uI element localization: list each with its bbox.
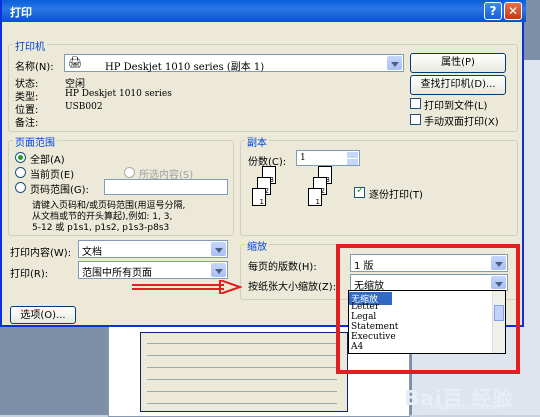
selection-radio[interactable] — [124, 167, 135, 178]
printer-name-value: HP Deskjet 1010 series (副本 1) — [105, 62, 265, 73]
highlight-box — [336, 244, 520, 374]
sheet-icon: 1 — [252, 188, 266, 206]
status-value: 空闲 — [65, 79, 85, 90]
scale-label: 按纸张大小缩放(Z): — [248, 282, 337, 293]
current-page-label: 当前页(E) — [30, 170, 75, 181]
chevron-down-icon[interactable] — [211, 242, 226, 256]
zoom-group-label: 缩放 — [245, 238, 269, 253]
chevron-down-icon[interactable] — [387, 56, 402, 70]
page-range-input[interactable] — [104, 179, 228, 195]
copies-group-label: 副本 — [245, 134, 269, 149]
background-dialog-thumbnail — [140, 332, 348, 412]
type-value: HP Deskjet 1010 series — [65, 89, 172, 99]
print-what-select[interactable]: 文档 — [78, 240, 228, 258]
printer-name-select[interactable]: 🖨 HP Deskjet 1010 series (副本 1) — [64, 54, 404, 73]
print-select[interactable]: 范围中所有页面 — [78, 261, 228, 279]
printer-name-label: 名称(N): — [15, 62, 54, 73]
chevron-down-icon[interactable] — [211, 263, 226, 277]
help-button[interactable]: ? — [484, 2, 502, 20]
title-bar[interactable]: 打印 ? ✕ — [2, 0, 526, 22]
manual-duplex-checkbox[interactable] — [410, 114, 421, 125]
copies-input[interactable]: 1 — [296, 150, 360, 166]
where-value: USB002 — [65, 102, 103, 112]
print-to-file-label: 打印到文件(L) — [424, 101, 488, 112]
print-to-file-checkbox[interactable] — [410, 98, 421, 109]
watermark-url: jingyan.baidu.com — [430, 402, 504, 411]
print-what-label: 打印内容(W): — [10, 248, 72, 259]
find-printer-button[interactable]: 查找打印机(D)... — [410, 75, 506, 95]
checkmark-icon: ✓ — [356, 185, 365, 196]
properties-button[interactable]: 属性(P) — [410, 53, 506, 73]
page-range-label: 页面范围 — [13, 134, 57, 149]
spin-up-icon[interactable] — [347, 152, 358, 158]
page-range-hint-3: 5-12 或 p1s1, p1s2, p1s3-p8s3 — [32, 223, 170, 233]
collate-checkbox[interactable]: ✓ — [354, 185, 365, 198]
copies-value: 1 — [300, 153, 306, 163]
collate-label: 逐份打印(T) — [369, 190, 423, 201]
print-label: 打印(R): — [10, 269, 49, 280]
printer-icon: 🖨 — [68, 56, 82, 69]
comment-label: 备注: — [15, 118, 39, 129]
manual-duplex-label: 手动双面打印(X) — [424, 117, 499, 128]
spin-down-icon[interactable] — [347, 159, 358, 165]
all-pages-label: 全部(A) — [30, 155, 65, 166]
close-button[interactable]: ✕ — [504, 2, 522, 20]
all-pages-radio[interactable] — [15, 152, 26, 163]
red-arrow-icon — [132, 280, 242, 294]
current-page-radio[interactable] — [15, 167, 26, 178]
print-value: 范围中所有页面 — [82, 268, 152, 279]
print-what-value: 文档 — [82, 247, 102, 258]
dialog-title: 打印 — [10, 6, 32, 19]
printer-group-label: 打印机 — [13, 38, 47, 53]
options-button[interactable]: 选项(O)... — [10, 306, 76, 324]
page-range-radio-label: 页码范围(G): — [30, 185, 89, 196]
sheet-icon: 1 — [308, 188, 322, 206]
pages-per-sheet-label: 每页的版数(H): — [248, 262, 317, 273]
page-range-radio[interactable] — [15, 182, 26, 193]
